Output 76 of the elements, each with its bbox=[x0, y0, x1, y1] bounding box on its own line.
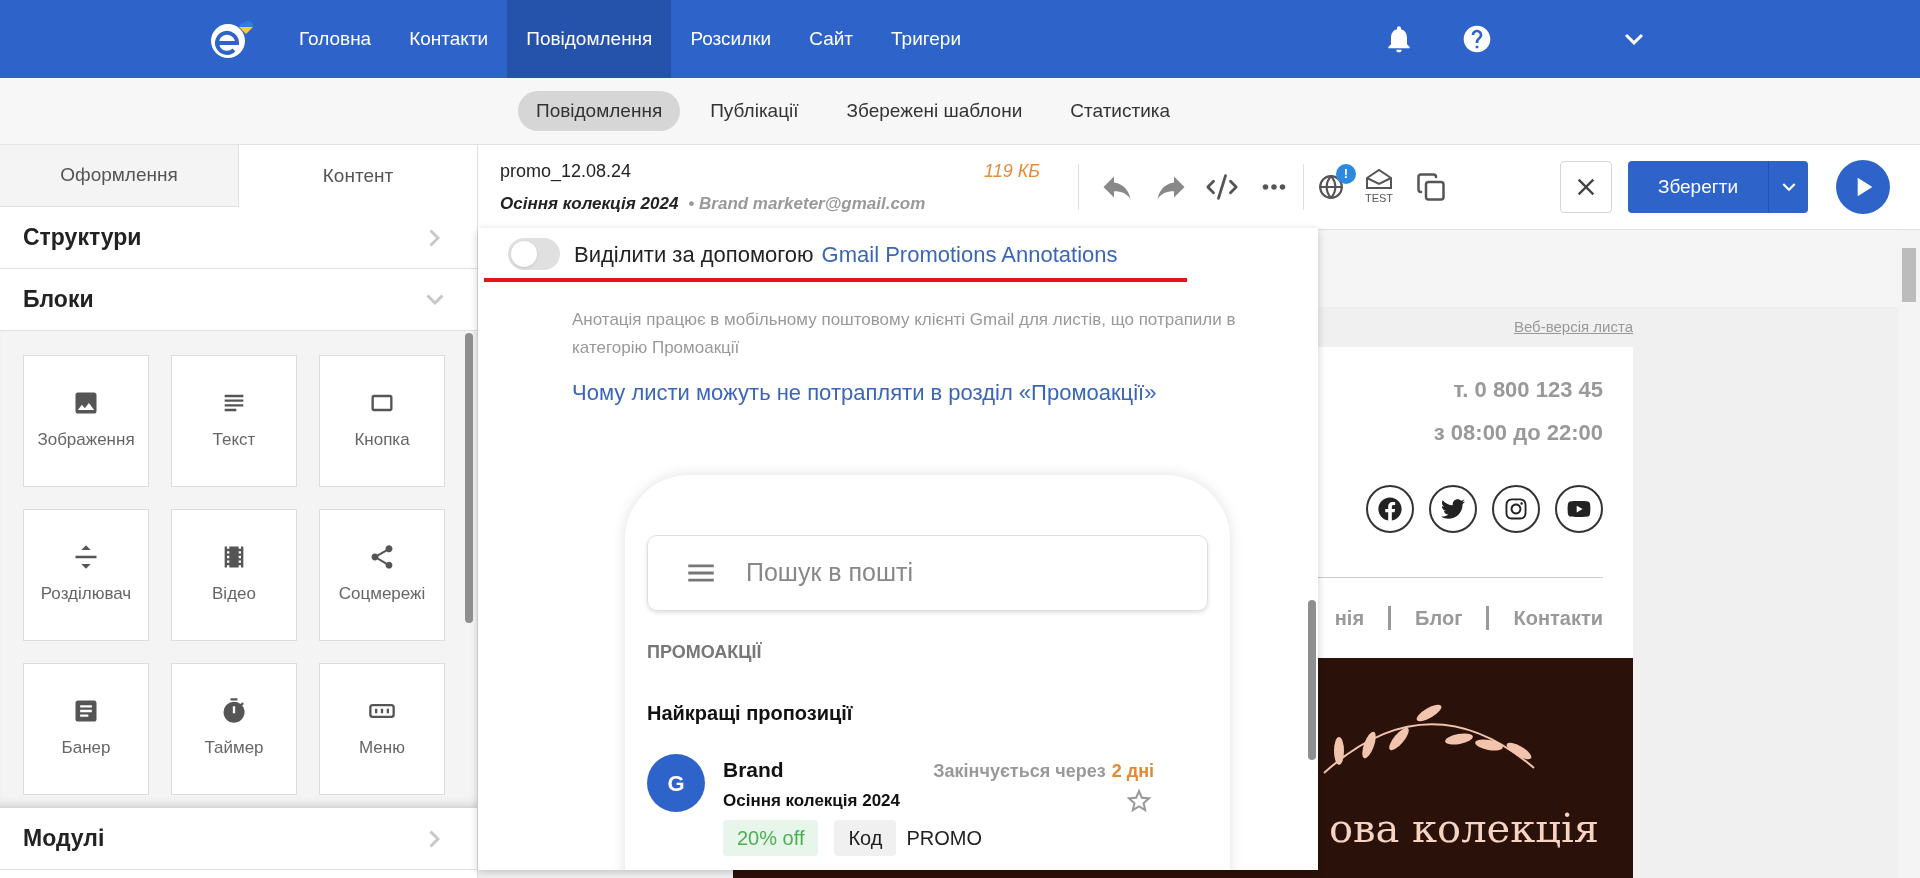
nav-tab[interactable]: Сайт bbox=[790, 0, 873, 78]
help-icon[interactable] bbox=[1461, 23, 1493, 55]
block-label: Соцмережі bbox=[338, 583, 426, 606]
sub-nav-tab[interactable]: Повідомлення bbox=[518, 90, 681, 132]
block-tile[interactable]: Зображення bbox=[23, 355, 149, 487]
chevron-right-icon bbox=[429, 228, 440, 247]
block-tile[interactable]: Відео bbox=[171, 509, 297, 641]
scrollbar-thumb[interactable] bbox=[1902, 248, 1916, 302]
message-subject: Осіння колекція 2024 bbox=[500, 192, 679, 215]
block-tile[interactable]: Банер bbox=[23, 663, 149, 795]
working-hours: з 08:00 до 22:00 bbox=[1433, 419, 1603, 447]
sub-nav-tab[interactable]: Збережені шаблони bbox=[828, 90, 1041, 132]
copy-icon[interactable] bbox=[1416, 172, 1446, 202]
block-label: Кнопка bbox=[354, 429, 410, 452]
section-heading: Найкращі пропозиції bbox=[647, 701, 853, 726]
brand-avatar: G bbox=[647, 754, 705, 812]
instagram-icon[interactable] bbox=[1492, 485, 1540, 533]
block-label: Банер bbox=[61, 737, 111, 760]
block-tile[interactable]: Таймер bbox=[171, 663, 297, 795]
toggle-label: Виділити за допомогою bbox=[574, 240, 814, 269]
phone-number: т. 0 800 123 45 bbox=[1453, 376, 1603, 404]
chevron-right-icon bbox=[429, 829, 440, 848]
block-tile[interactable]: Кнопка bbox=[319, 355, 445, 487]
youtube-icon[interactable] bbox=[1555, 485, 1603, 533]
block-tile[interactable]: Меню bbox=[319, 663, 445, 795]
close-button[interactable] bbox=[1559, 161, 1612, 213]
banner-title: ова колекція bbox=[1328, 804, 1599, 853]
block-label: Зображення bbox=[37, 429, 135, 452]
block-label: Відео bbox=[212, 583, 256, 606]
block-label: Меню bbox=[359, 737, 405, 760]
file-name: promo_12.08.24 bbox=[500, 159, 632, 184]
section-title: Блоки bbox=[23, 285, 94, 315]
test-button[interactable]: TEST bbox=[1364, 167, 1394, 207]
facebook-icon[interactable] bbox=[1366, 485, 1414, 533]
nav-tab[interactable]: Головна bbox=[280, 0, 391, 78]
sender-address: • Brand marketer@gmail.com bbox=[688, 192, 926, 215]
save-button[interactable]: Зберегти bbox=[1627, 161, 1768, 213]
scrollbar-thumb[interactable] bbox=[1308, 600, 1316, 760]
annotations-link[interactable]: Gmail Promotions Annotations bbox=[821, 237, 1118, 271]
description-text: Анотація працює в мобільному поштовому клієнті Gmail для листів, що потрапили в категорію Промоакції bbox=[572, 309, 1237, 359]
notification-badge: ! bbox=[1336, 164, 1356, 184]
block-label: Текст bbox=[212, 429, 256, 452]
scrollbar-thumb[interactable] bbox=[465, 333, 473, 623]
block-tile[interactable]: Текст bbox=[171, 355, 297, 487]
search-input[interactable]: Пошук в пошті bbox=[746, 554, 1171, 592]
test-label: TEST bbox=[1364, 190, 1394, 206]
block-label: Розділювач bbox=[40, 583, 132, 606]
category-label: ПРОМОАКЦІЇ bbox=[647, 641, 762, 664]
envelope-house-icon bbox=[1364, 167, 1394, 190]
block-tile[interactable]: Соцмережі bbox=[319, 509, 445, 641]
help-link[interactable]: Чому листи можуть не потрапляти в розділ «Промоакції» bbox=[572, 376, 1318, 409]
block-label: Таймер bbox=[204, 737, 264, 760]
email-subject: Осіння колекція 2024 bbox=[723, 789, 900, 812]
chevron-down-icon bbox=[426, 294, 444, 305]
nav-tab[interactable]: Тригери bbox=[872, 0, 981, 78]
sidebar-tab[interactable]: Оформлення bbox=[0, 145, 239, 207]
preview-play-button[interactable] bbox=[1836, 160, 1890, 214]
nav-tab[interactable]: Контакти bbox=[390, 0, 508, 78]
section-title: Модулі bbox=[23, 824, 105, 854]
expiry-text: Закінчується через bbox=[933, 760, 1106, 783]
nav-tab[interactable]: Розсилки bbox=[671, 0, 791, 78]
discount-tag: 20% off bbox=[723, 819, 819, 856]
toggle-switch[interactable] bbox=[508, 238, 560, 270]
message-size: 119 КБ bbox=[983, 159, 1040, 183]
section-title: Структури bbox=[23, 223, 142, 253]
expiry-value: 2 дні bbox=[1111, 760, 1154, 783]
brand-name: Brand bbox=[723, 757, 784, 783]
twitter-icon[interactable] bbox=[1429, 485, 1477, 533]
block-tile[interactable]: Розділювач bbox=[23, 509, 149, 641]
sub-nav-tab[interactable]: Статистика bbox=[1052, 90, 1189, 132]
globe-icon[interactable] bbox=[1318, 174, 1344, 200]
nav-tab[interactable]: Повідомлення bbox=[507, 0, 672, 78]
code-tag: Код bbox=[834, 819, 897, 856]
sub-nav-tab[interactable]: Публікації bbox=[692, 90, 817, 132]
search-field[interactable]: Пошук в пошті bbox=[647, 535, 1208, 611]
promo-code: PROMO bbox=[906, 825, 983, 851]
